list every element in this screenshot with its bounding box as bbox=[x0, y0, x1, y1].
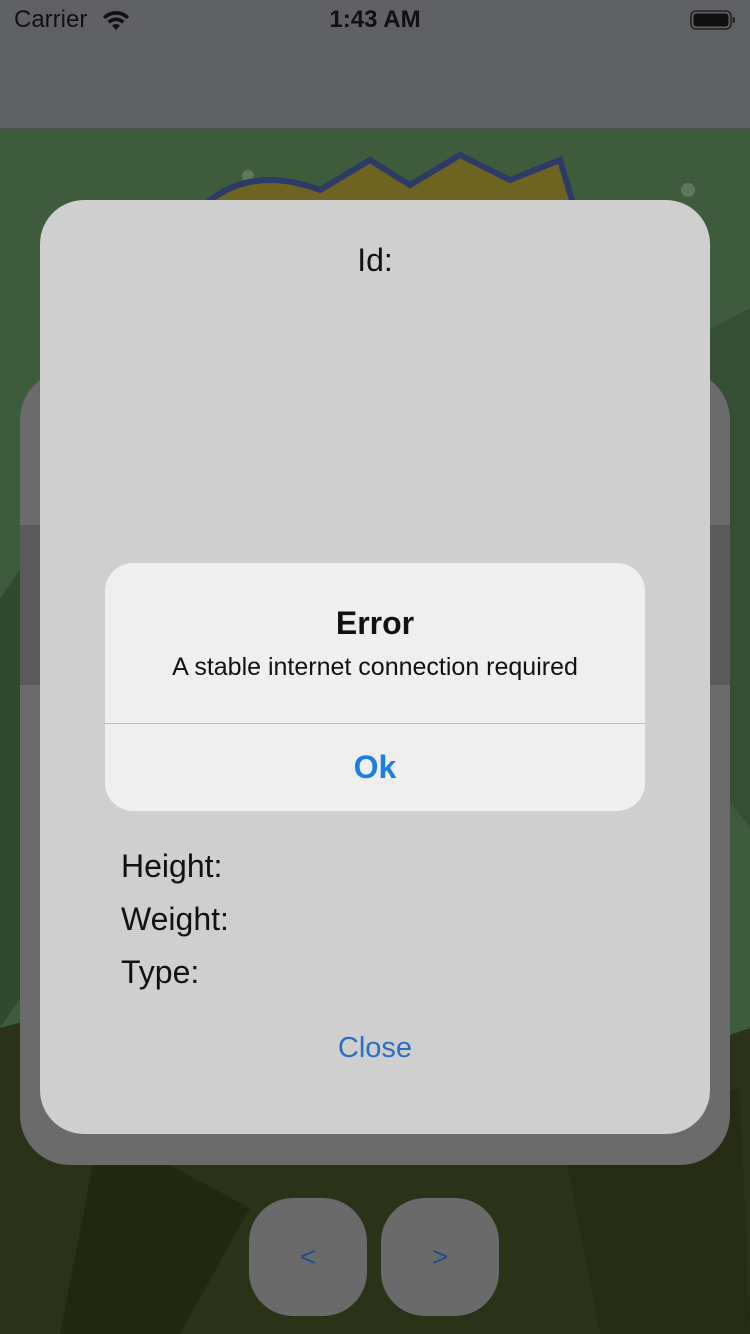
ok-button[interactable]: Ok bbox=[105, 724, 645, 811]
close-button[interactable]: Close bbox=[40, 1032, 710, 1065]
battery-icon bbox=[690, 10, 735, 30]
next-label: > bbox=[431, 1241, 449, 1272]
app-screen: Carrier 1:43 AM < > Id: Height: Weight: … bbox=[0, 0, 750, 1334]
previous-button[interactable]: < bbox=[249, 1198, 367, 1316]
alert-title: Error bbox=[335, 605, 415, 641]
height-label: Height: bbox=[121, 848, 223, 884]
status-bar: Carrier 1:43 AM bbox=[0, 0, 750, 40]
previous-label: < bbox=[299, 1241, 317, 1272]
type-label: Type: bbox=[121, 954, 200, 990]
alert-message: A stable internet connection required bbox=[172, 653, 578, 681]
next-button[interactable]: > bbox=[381, 1198, 499, 1316]
error-alert: Error A stable internet connection requi… bbox=[105, 563, 645, 811]
navigation-bar bbox=[0, 40, 750, 129]
weight-label: Weight: bbox=[121, 901, 229, 937]
clock: 1:43 AM bbox=[329, 6, 421, 33]
id-label: Id: bbox=[357, 242, 393, 278]
